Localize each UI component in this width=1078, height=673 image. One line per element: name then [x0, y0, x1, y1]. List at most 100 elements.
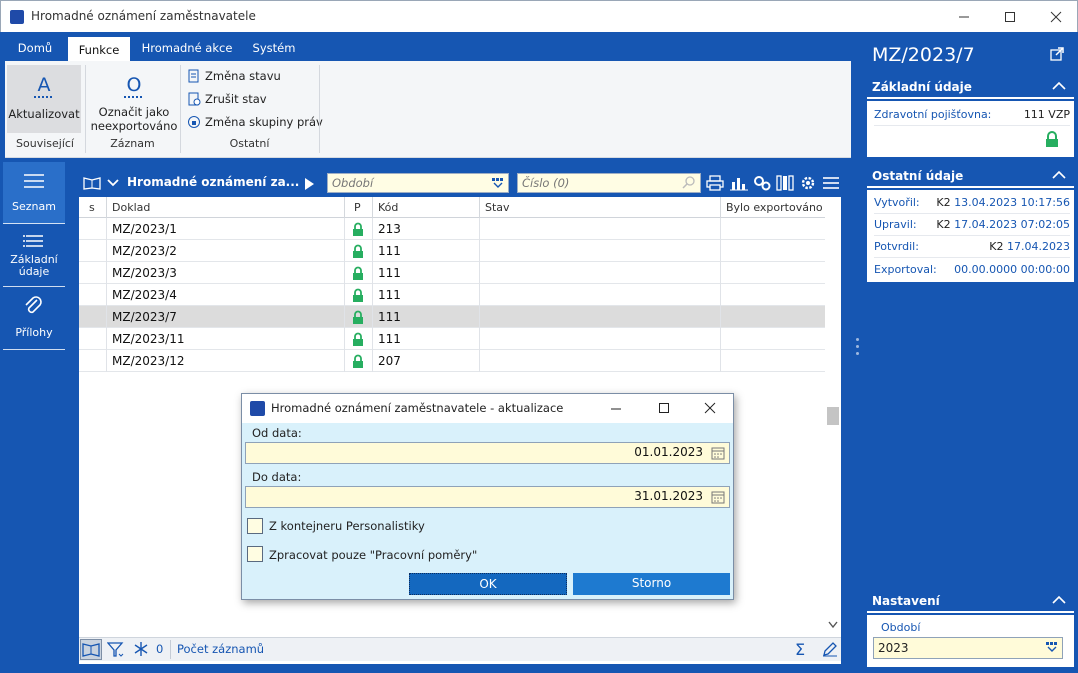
- chevron-down-icon[interactable]: [107, 179, 119, 187]
- section-header-zakladni-udaje[interactable]: Základní údaje: [867, 77, 1074, 99]
- vertical-scrollbar[interactable]: [825, 197, 841, 637]
- splitter-dot: [856, 338, 859, 341]
- zrusit-stav-button[interactable]: Zrušit stav: [187, 88, 267, 110]
- obdobi-filter-input[interactable]: Období: [327, 173, 509, 193]
- print-icon[interactable]: [706, 175, 724, 191]
- nav-item-zakladni-udaje[interactable]: Základní údaje: [3, 225, 65, 287]
- nav-item-prilohy[interactable]: Přílohy: [3, 288, 65, 350]
- search-icon[interactable]: [682, 176, 696, 190]
- column-header-stav[interactable]: Stav: [480, 197, 721, 218]
- cell-kod: 207: [373, 350, 480, 372]
- section-header-ostatni-udaje[interactable]: Ostatní údaje: [867, 166, 1074, 188]
- table-row[interactable]: MZ/2023/1 213: [79, 218, 825, 240]
- tab-system[interactable]: Systém: [245, 35, 303, 61]
- grid-header: s Doklad P Kód Stav Bylo exportováno: [79, 197, 825, 218]
- tab-funkce[interactable]: Funkce: [68, 35, 130, 61]
- cell-p: [345, 306, 373, 328]
- columns-icon[interactable]: [776, 175, 794, 191]
- book-icon[interactable]: [83, 176, 101, 190]
- edit-pencil-icon[interactable]: [822, 641, 838, 657]
- table-row[interactable]: MZ/2023/2 111: [79, 240, 825, 262]
- od-data-input[interactable]: 01.01.2023: [245, 442, 730, 464]
- column-header-p[interactable]: P: [345, 197, 373, 218]
- cell-s: [79, 350, 107, 372]
- calendar-icon[interactable]: [711, 446, 725, 460]
- svg-text:O: O: [127, 74, 142, 96]
- cell-p: [345, 284, 373, 306]
- filter-funnel-icon[interactable]: [107, 642, 125, 658]
- snowflake-icon[interactable]: [133, 641, 149, 657]
- section-header-nastaveni[interactable]: Nastavení: [867, 591, 1074, 613]
- lock-icon: [352, 266, 364, 280]
- bar-chart-icon[interactable]: [730, 175, 748, 191]
- cell-p: [345, 328, 373, 350]
- sum-icon[interactable]: Σ: [795, 640, 805, 659]
- obdobi-select[interactable]: 2023: [873, 637, 1063, 659]
- column-header-bylo-exportovano[interactable]: Bylo exportováno: [721, 197, 825, 218]
- upravil-row: Upravil: K2 17.04.2023 07:02:05: [874, 214, 1070, 236]
- dialog-close-button[interactable]: [704, 402, 716, 414]
- exportoval-date: 00.00.0000 00:00:00: [954, 262, 1070, 276]
- cell-bylo-exportovano: [721, 240, 825, 262]
- exportoval-row: Exportoval: 00.00.0000 00:00:00: [874, 258, 1070, 280]
- minimize-button[interactable]: [941, 1, 987, 33]
- table-row[interactable]: MZ/2023/3 111: [79, 262, 825, 284]
- splitter-dot: [856, 352, 859, 355]
- pracovni-pomery-checkbox[interactable]: [247, 546, 263, 562]
- vytvoril-user: K2: [936, 196, 951, 209]
- table-row[interactable]: MZ/2023/11 111: [79, 328, 825, 350]
- collapse-chevron-icon[interactable]: [1052, 595, 1066, 605]
- column-header-kod[interactable]: Kód: [373, 197, 480, 218]
- calendar-icon[interactable]: [711, 490, 725, 504]
- menu-icon[interactable]: [822, 176, 840, 190]
- filter-options-icon[interactable]: [492, 178, 504, 188]
- zdravotni-pojistovna-label: Zdravotní pojišťovna:: [874, 108, 992, 121]
- nav-item-seznam[interactable]: Seznam: [3, 162, 65, 224]
- open-external-icon[interactable]: [1050, 47, 1064, 61]
- table-row[interactable]: MZ/2023/12 207: [79, 350, 825, 372]
- play-arrow-icon[interactable]: [304, 177, 316, 191]
- document-edit-icon: [187, 69, 201, 83]
- gears-icon[interactable]: [753, 175, 771, 191]
- do-data-input[interactable]: 31.01.2023: [245, 486, 730, 508]
- maximize-button[interactable]: [987, 1, 1033, 33]
- cell-doklad: MZ/2023/12: [107, 350, 345, 372]
- nav-label-prilohy: Přílohy: [15, 326, 53, 339]
- exportoval-label: Exportoval:: [874, 262, 937, 276]
- zmena-skupiny-prav-button[interactable]: Změna skupiny práv: [187, 111, 323, 133]
- ok-button[interactable]: OK: [409, 573, 567, 595]
- scroll-down-icon[interactable]: [828, 621, 838, 629]
- cell-stav: [480, 350, 721, 372]
- oznacit-neexportovano-button[interactable]: O Označit jako neexportováno: [89, 65, 179, 135]
- table-row[interactable]: MZ/2023/7 111: [79, 306, 825, 328]
- tab-domu[interactable]: Domů: [7, 35, 63, 61]
- collapse-chevron-icon[interactable]: [1052, 170, 1066, 180]
- book-view-icon[interactable]: [80, 639, 102, 660]
- zmena-stavu-button[interactable]: Změna stavu: [187, 65, 281, 87]
- dialog-maximize-button[interactable]: [658, 402, 670, 414]
- grid-statusbar: 0 Počet záznamů Σ: [79, 637, 841, 661]
- cell-bylo-exportovano: [721, 218, 825, 240]
- cell-doklad: MZ/2023/1: [107, 218, 345, 240]
- z-kontejneru-checkbox[interactable]: [247, 518, 263, 534]
- close-window-button[interactable]: [1033, 1, 1078, 33]
- table-row[interactable]: MZ/2023/4 111: [79, 284, 825, 306]
- nastaveni-header-label: Nastavení: [872, 594, 940, 608]
- collapse-chevron-icon[interactable]: [1052, 81, 1066, 91]
- dialog-minimize-button[interactable]: [610, 403, 622, 415]
- column-header-s[interactable]: s: [79, 197, 107, 218]
- zmena-stavu-label: Změna stavu: [205, 69, 281, 83]
- cislo-filter-input[interactable]: Číslo (0): [517, 173, 701, 193]
- column-header-doklad[interactable]: Doklad: [107, 197, 345, 218]
- storno-button[interactable]: Storno: [573, 573, 730, 595]
- tab-hromadne-akce[interactable]: Hromadné akce: [135, 35, 239, 61]
- window-titlebar: Hromadné oznámení zaměstnavatele: [0, 0, 1078, 32]
- details-list-icon: [23, 233, 45, 249]
- panel-splitter[interactable]: [853, 32, 863, 673]
- settings-gear-icon[interactable]: [799, 175, 817, 191]
- aktualizovat-button[interactable]: A Aktualizovat: [7, 65, 81, 133]
- k2-logo-icon: [250, 401, 265, 416]
- cell-kod: 111: [373, 284, 480, 306]
- scrollbar-thumb[interactable]: [827, 407, 839, 425]
- dropdown-chevron-icon[interactable]: [1046, 642, 1058, 652]
